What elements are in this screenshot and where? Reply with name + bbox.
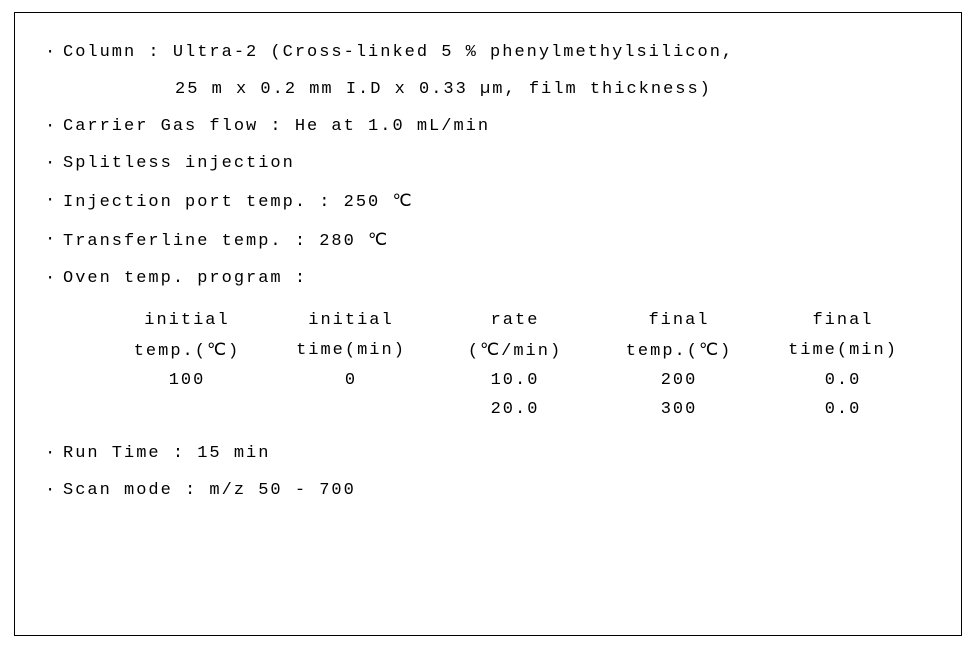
oven-temp-program-table: initial initial rate final final temp.(℃…: [105, 306, 925, 424]
table-header-cell: initial: [269, 306, 433, 335]
param-column-line2: 25 m x 0.2 mm I.D x 0.33 µm, film thickn…: [45, 80, 931, 99]
text-injport: Injection port temp. : 250 ℃: [63, 193, 414, 212]
table-header-cell: temp.(℃): [105, 335, 269, 366]
table-cell: 0: [269, 366, 433, 395]
text-carrier: Carrier Gas flow : He at 1.0 mL/min: [63, 117, 490, 136]
table-cell: 10.0: [433, 366, 597, 395]
text-runtime: Run Time : 15 min: [63, 444, 270, 463]
param-run-time: ·Run Time : 15 min: [45, 444, 931, 463]
table-header-cell: temp.(℃): [597, 335, 761, 366]
table-header-cell: final: [761, 306, 925, 335]
table-header-cell: time(min): [761, 335, 925, 366]
table-cell: [269, 395, 433, 424]
table-row: 20.0 300 0.0: [105, 395, 925, 424]
parameters-panel: ·Column : Ultra-2 (Cross-linked 5 % phen…: [14, 12, 962, 636]
table-cell: 100: [105, 366, 269, 395]
param-carrier-gas: ·Carrier Gas flow : He at 1.0 mL/min: [45, 117, 931, 136]
table-cell: 200: [597, 366, 761, 395]
table-header-row-1: initial initial rate final final: [105, 306, 925, 335]
text-scanmode: Scan mode : m/z 50 - 700: [63, 481, 356, 500]
table-cell: 0.0: [761, 395, 925, 424]
param-injection-port-temp: ·Injection port temp. : 250 ℃: [45, 191, 931, 212]
table-cell: 300: [597, 395, 761, 424]
bullet-icon: ·: [45, 269, 63, 288]
table-header-cell: (℃/min): [433, 335, 597, 366]
table-header-cell: time(min): [269, 335, 433, 366]
table-cell: 20.0: [433, 395, 597, 424]
bullet-icon: ·: [45, 191, 63, 210]
param-column-line1: ·Column : Ultra-2 (Cross-linked 5 % phen…: [45, 43, 931, 62]
table-row: 100 0 10.0 200 0.0: [105, 366, 925, 395]
table-header-cell: final: [597, 306, 761, 335]
bullet-icon: ·: [45, 117, 63, 136]
text-splitless: Splitless injection: [63, 154, 295, 173]
text-ovenlabel: Oven temp. program :: [63, 269, 307, 288]
bullet-icon: ·: [45, 481, 63, 500]
table-header-cell: initial: [105, 306, 269, 335]
table-header-cell: rate: [433, 306, 597, 335]
text-column1: Column : Ultra-2 (Cross-linked 5 % pheny…: [63, 43, 734, 62]
text-transfer: Transferline temp. : 280 ℃: [63, 232, 389, 251]
bullet-icon: ·: [45, 43, 63, 62]
table-header-row-2: temp.(℃) time(min) (℃/min) temp.(℃) time…: [105, 335, 925, 366]
param-splitless: ·Splitless injection: [45, 154, 931, 173]
bullet-icon: ·: [45, 230, 63, 249]
bullet-icon: ·: [45, 154, 63, 173]
param-oven-temp-program-label: ·Oven temp. program :: [45, 269, 931, 288]
bullet-icon: ·: [45, 444, 63, 463]
table-cell: [105, 395, 269, 424]
param-transferline-temp: ·Transferline temp. : 280 ℃: [45, 230, 931, 251]
param-scan-mode: ·Scan mode : m/z 50 - 700: [45, 481, 931, 500]
text-column2: 25 m x 0.2 mm I.D x 0.33 µm, film thickn…: [175, 80, 712, 99]
table-cell: 0.0: [761, 366, 925, 395]
